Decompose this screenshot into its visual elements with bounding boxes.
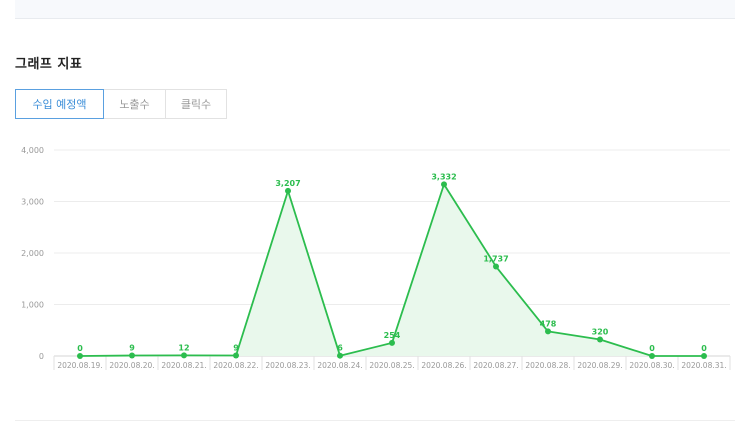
data-label: 0 (701, 344, 707, 353)
section-title: 그래프 지표 (15, 57, 83, 72)
y-tick-label: 4,000 (21, 146, 44, 155)
x-tick-label: 2020.08.25. (369, 361, 414, 370)
top-summary-panel (15, 0, 735, 19)
tab-expected-revenue[interactable]: 수입 예정액 (15, 89, 104, 119)
data-label: 0 (77, 344, 83, 353)
data-point[interactable] (441, 181, 447, 188)
data-label: 9 (233, 344, 239, 353)
x-tick-label: 2020.08.31. (681, 361, 726, 370)
data-point[interactable] (545, 328, 551, 335)
data-label: 3,207 (275, 179, 300, 188)
y-tick-label: 0 (39, 352, 44, 361)
x-tick-label: 2020.08.27. (473, 361, 518, 370)
y-tick-label: 1,000 (21, 301, 44, 310)
data-label: 478 (540, 319, 557, 328)
metric-tabs: 수입 예정액 노출수 클릭수 (15, 89, 227, 119)
y-tick-label: 3,000 (21, 198, 44, 207)
data-point[interactable] (493, 263, 499, 270)
data-label: 6 (337, 344, 343, 353)
data-point[interactable] (233, 352, 239, 359)
data-point[interactable] (389, 339, 395, 346)
x-tick-label: 2020.08.19. (57, 361, 102, 370)
x-tick-label: 2020.08.21. (161, 361, 206, 370)
data-label: 320 (592, 328, 609, 337)
x-tick-label: 2020.08.30. (629, 361, 674, 370)
data-label: 9 (129, 344, 135, 353)
data-point[interactable] (181, 352, 187, 359)
data-label: 3,332 (431, 172, 456, 181)
y-tick-label: 2,000 (21, 249, 44, 258)
data-point[interactable] (597, 336, 603, 343)
data-point[interactable] (129, 352, 135, 359)
data-point[interactable] (285, 187, 291, 194)
data-label: 0 (649, 344, 655, 353)
tab-impressions[interactable]: 노출수 (103, 89, 166, 119)
x-tick-label: 2020.08.24. (317, 361, 362, 370)
x-tick-label: 2020.08.29. (577, 361, 622, 370)
x-tick-label: 2020.08.23. (265, 361, 310, 370)
data-point[interactable] (77, 353, 83, 359)
x-tick-label: 2020.08.26. (421, 361, 466, 370)
data-point[interactable] (649, 353, 655, 359)
data-label: 12 (178, 343, 189, 352)
revenue-area-chart: 0 1,000 2,000 3,000 4,000 2020.08.19. 2020.08.… (21, 146, 731, 370)
bottom-divider (15, 420, 735, 421)
data-label: 1,737 (483, 255, 508, 264)
x-tick-label: 2020.08.28. (525, 361, 570, 370)
x-tick-label: 2020.08.22. (213, 361, 258, 370)
data-point[interactable] (701, 353, 707, 359)
x-tick-label: 2020.08.20. (109, 361, 154, 370)
data-point[interactable] (337, 352, 343, 359)
data-label: 254 (384, 331, 401, 340)
tab-clicks[interactable]: 클릭수 (165, 89, 227, 119)
